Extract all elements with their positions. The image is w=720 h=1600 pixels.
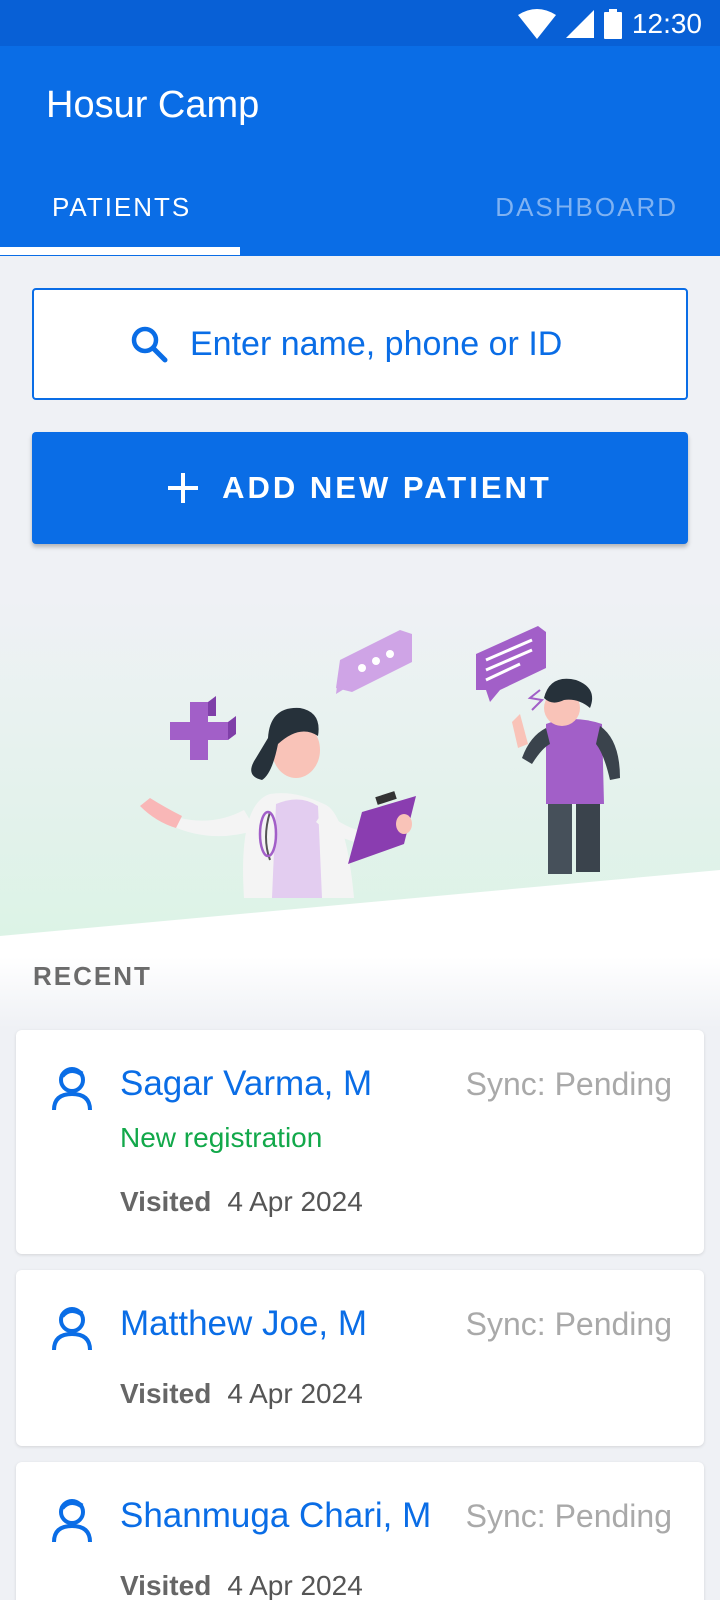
patient-avatar-icon <box>52 1307 92 1351</box>
visit-info: Visited 4 Apr 2024 <box>120 1378 363 1410</box>
patient-name: Sagar Varma, M <box>120 1064 373 1103</box>
status-icons: 12:30 <box>517 8 702 40</box>
patient-name: Matthew Joe, M <box>120 1304 368 1343</box>
sync-status: Sync: Pending <box>465 1306 672 1342</box>
registration-status: New registration <box>120 1122 323 1153</box>
recent-heading: RECENT <box>33 961 152 991</box>
patient-card[interactable]: Shanmuga Chari, M Sync: Pending Visited 4… <box>16 1462 704 1600</box>
visited-label: Visited <box>120 1570 212 1600</box>
tab-patients[interactable]: PATIENTS <box>52 192 191 223</box>
patient-name: Shanmuga Chari, M <box>120 1496 432 1535</box>
patient-card[interactable]: Matthew Joe, M Sync: Pending Visited 4 Ap… <box>16 1270 704 1446</box>
visit-info: Visited 4 Apr 2024 <box>120 1570 363 1600</box>
patient-card[interactable]: Sagar Varma, M Sync: Pending New registr… <box>16 1030 704 1254</box>
sync-status: Sync: Pending <box>465 1066 672 1102</box>
active-tab-indicator <box>0 247 240 255</box>
visited-date: 4 Apr 2024 <box>227 1378 363 1409</box>
cellular-signal-icon <box>565 10 594 38</box>
visited-date: 4 Apr 2024 <box>227 1570 363 1600</box>
battery-icon <box>603 9 622 39</box>
wifi-icon <box>517 9 556 39</box>
add-new-patient-label: ADD NEW PATIENT <box>222 470 552 505</box>
visited-label: Visited <box>120 1378 212 1409</box>
visited-label: Visited <box>120 1186 212 1217</box>
app-bar: Hosur Camp PATIENTS DASHBOARD <box>0 46 720 256</box>
status-bar: 12:30 <box>0 0 720 46</box>
plus-icon <box>168 473 199 503</box>
add-new-patient-button[interactable]: ADD NEW PATIENT <box>32 432 688 544</box>
visit-info: Visited 4 Apr 2024 <box>120 1186 363 1218</box>
search-box[interactable] <box>32 288 688 400</box>
sync-status: Sync: Pending <box>465 1498 672 1534</box>
patient-avatar-icon <box>52 1499 92 1543</box>
page-title: Hosur Camp <box>46 84 260 126</box>
tab-dashboard[interactable]: DASHBOARD <box>495 192 678 223</box>
status-time: 12:30 <box>631 8 702 39</box>
search-input[interactable] <box>190 324 590 364</box>
search-icon <box>131 326 168 363</box>
visited-date: 4 Apr 2024 <box>227 1186 363 1217</box>
patient-avatar-icon <box>52 1067 92 1111</box>
